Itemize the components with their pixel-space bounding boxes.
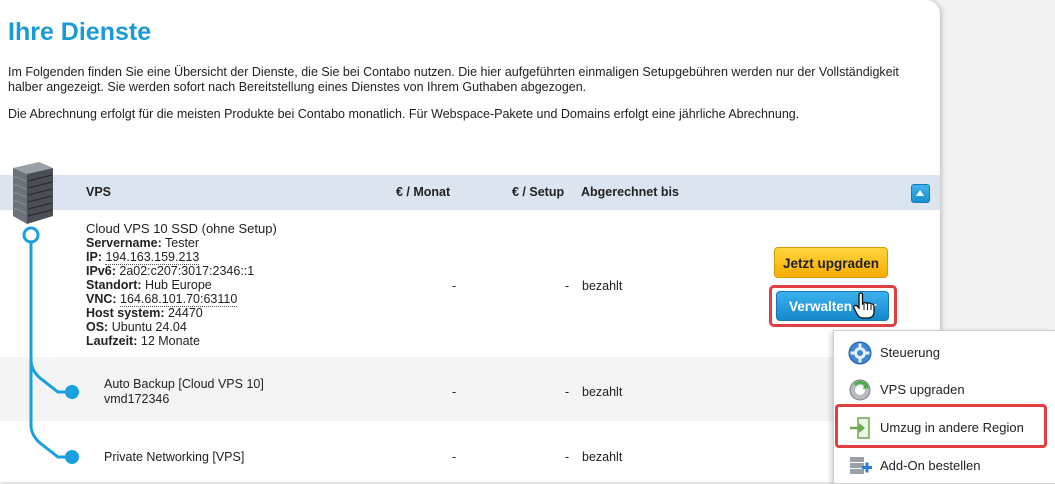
gear-icon [848, 341, 872, 365]
vps-status: bezahlt [582, 279, 623, 293]
billing-text: Die Abrechnung erfolgt für die meisten P… [8, 107, 800, 121]
list-item: Auto Backup [Cloud VPS 10] vmd172346 [104, 377, 264, 407]
location-value: Hub Europe [145, 278, 212, 292]
ip-value[interactable]: 194.163.159.213 [105, 250, 200, 265]
header-monthly: € / Monat [396, 185, 451, 199]
header-setup: € / Setup [512, 185, 565, 199]
addon-detail: vmd172346 [104, 392, 170, 406]
term-value: 12 Monate [140, 334, 200, 348]
menu-item-addon[interactable]: Add-On bestellen [834, 446, 1055, 483]
list-item: Private Networking [VPS] [104, 450, 244, 465]
addon-name: Auto Backup [Cloud VPS 10] [104, 377, 264, 391]
servername-value: Tester [165, 236, 200, 250]
backup-monthly: - [452, 385, 457, 399]
server-icon [13, 162, 53, 224]
collapse-button[interactable] [911, 184, 930, 203]
menu-item-steuerung[interactable]: Steuerung [834, 333, 1055, 370]
vps-setup: - [565, 279, 570, 293]
term-label: Laufzeit: [86, 334, 138, 348]
header-billed-until: Abgerechnet bis [581, 185, 679, 199]
table-header: VPS € / Monat € / Setup Abgerechnet bis [0, 175, 940, 210]
os-value: Ubuntu 24.04 [111, 320, 187, 334]
os-label: OS: [86, 320, 109, 334]
menu-item-label: VPS upgraden [880, 382, 965, 397]
menu-item-label: Steuerung [880, 345, 940, 360]
backup-setup: - [565, 385, 570, 399]
addon-name: Private Networking [VPS] [104, 450, 245, 464]
networking-setup: - [565, 450, 570, 464]
vps-monthly: - [452, 279, 457, 293]
hand-cursor-icon [853, 292, 875, 319]
backup-status: bezahlt [582, 385, 623, 399]
ipv6-label: IPv6: [86, 264, 116, 278]
ipv6-value: 2a02:c207:3017:2346::1 [119, 264, 255, 278]
vnc-value[interactable]: 164.68.101.70:63110 [120, 292, 238, 307]
add-on-icon [850, 457, 872, 474]
vnc-label: VNC: [86, 292, 117, 306]
location-label: Standort: [86, 278, 142, 292]
networking-status: bezahlt [582, 450, 623, 464]
intro-text: Im Folgenden finden Sie eine Übersicht d… [8, 65, 899, 94]
manage-button-label: Verwalten [789, 299, 853, 314]
vps-product-details: Cloud VPS 10 SSD (ohne Setup) Servername… [86, 221, 277, 349]
networking-monthly: - [452, 450, 457, 464]
host-label: Host system: [86, 306, 165, 320]
menu-item-vps-upgrade[interactable]: VPS upgraden [834, 370, 1055, 407]
move-region-highlight [835, 404, 1047, 448]
servername-label: Servername: [86, 236, 162, 250]
menu-item-label: Add-On bestellen [880, 458, 981, 473]
host-value: 24470 [167, 306, 203, 320]
upgrade-button[interactable]: Jetzt upgraden [774, 247, 888, 278]
upgrade-gear-icon [849, 379, 871, 401]
product-name: Cloud VPS 10 SSD (ohne Setup) [86, 221, 277, 236]
services-panel: Ihre Dienste Im Folgenden finden Sie ein… [0, 0, 940, 482]
ip-label: IP: [86, 250, 102, 264]
